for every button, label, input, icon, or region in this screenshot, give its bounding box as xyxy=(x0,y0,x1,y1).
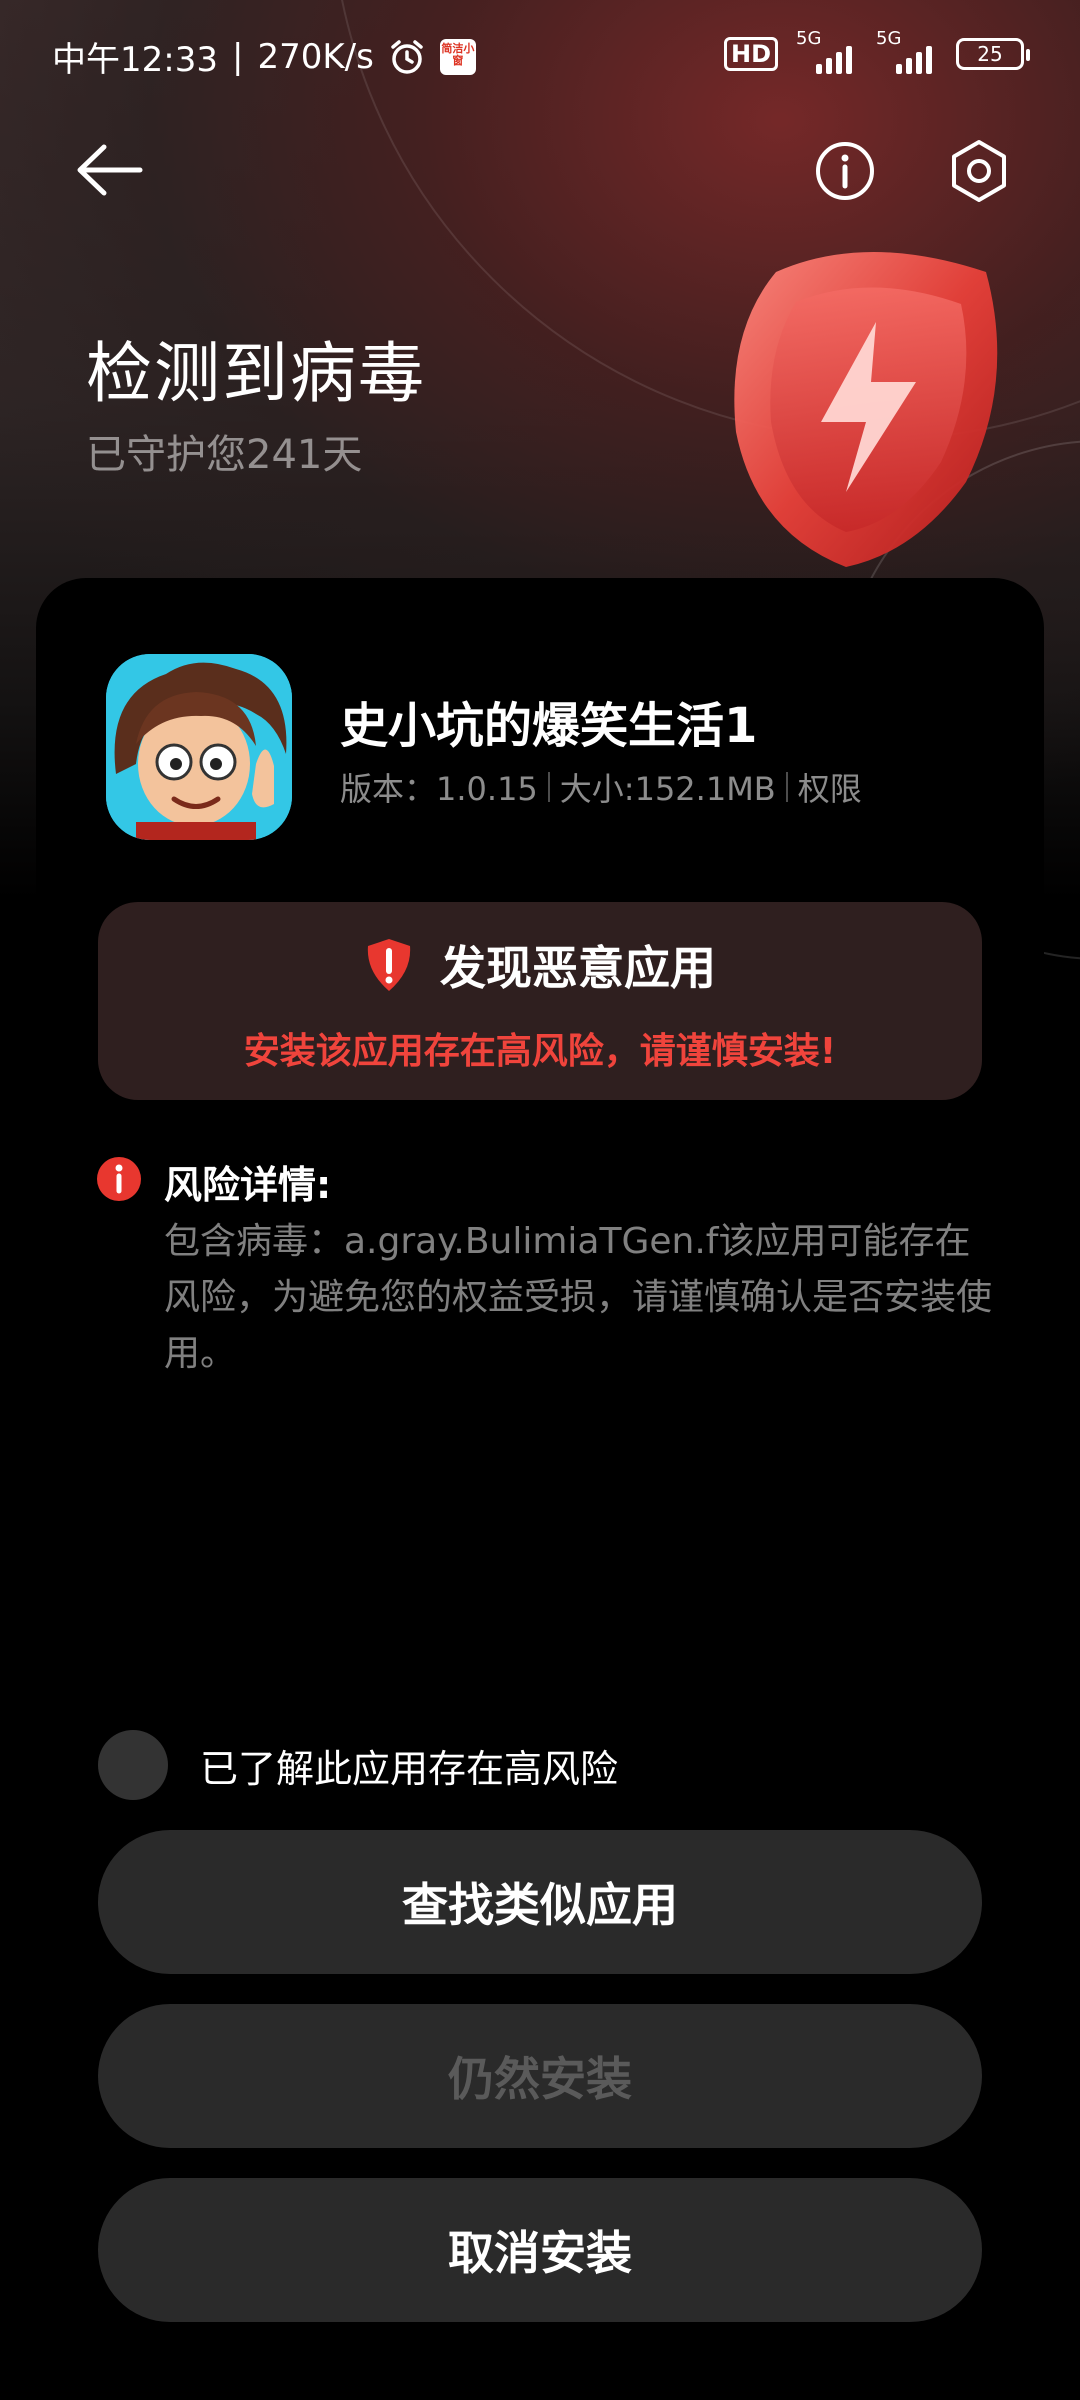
find-similar-apps-button[interactable]: 查找类似应用 xyxy=(98,1830,982,1974)
cartoon-avatar-icon xyxy=(106,654,292,840)
status-divider: | xyxy=(231,36,244,77)
permissions-link[interactable]: 权限 xyxy=(798,764,862,810)
install-anyway-button[interactable]: 仍然安装 xyxy=(98,2004,982,2148)
signal-icon: 5G xyxy=(796,28,858,74)
acknowledge-risk-checkbox[interactable]: 已了解此应用存在高风险 xyxy=(98,1730,618,1800)
protection-days: 已守护您241天 xyxy=(86,432,363,478)
app-version: 版本：1.0.15 xyxy=(340,770,538,808)
hd-voice-icon: HD xyxy=(723,37,778,71)
shield-alert-icon xyxy=(367,939,411,991)
risk-details-title: 风险详情: xyxy=(164,1163,332,1207)
battery-icon: 25 xyxy=(956,38,1030,70)
app-name: 史小坑的爆笑生活1 xyxy=(340,698,758,754)
info-button[interactable] xyxy=(814,140,876,202)
notification-app-icon: 简洁小窗 xyxy=(439,38,476,75)
signal-icon: 5G xyxy=(876,28,938,74)
warning-title: 发现恶意应用 xyxy=(440,941,716,995)
alarm-icon xyxy=(391,39,423,74)
risk-details-text: 包含病毒：a.gray.BulimiaTGen.f该应用可能存在风险，为避免您的… xyxy=(164,1221,993,1374)
app-size: 大小:152.1MB xyxy=(559,770,776,808)
app-meta: 版本：1.0.15 大小:152.1MB 权限 xyxy=(340,764,862,810)
gear-icon xyxy=(952,140,1006,202)
meta-divider xyxy=(547,772,550,802)
page-title: 检测到病毒 xyxy=(86,335,426,412)
app-icon xyxy=(106,654,292,840)
alert-icon xyxy=(97,1157,141,1201)
status-time: 中午12:33 xyxy=(52,40,218,80)
status-net-speed: 270K/s xyxy=(257,36,374,77)
shield-lightning-icon xyxy=(734,252,998,567)
warning-subtitle: 安装该应用存在高风险，请谨慎安装! xyxy=(243,1031,837,1072)
back-arrow-icon xyxy=(77,144,143,196)
security-scan-screen: 中午12:33 | 270K/s 简洁小窗 HD 5G 5G 25 检测到病毒 … xyxy=(0,0,1080,2400)
cancel-install-button[interactable]: 取消安装 xyxy=(98,2178,982,2322)
radio-unchecked-icon[interactable] xyxy=(98,1730,168,1800)
back-button[interactable] xyxy=(70,135,150,205)
status-bar: 中午12:33 | 270K/s 简洁小窗 HD 5G 5G 25 xyxy=(0,0,1080,100)
acknowledge-label: 已了解此应用存在高风险 xyxy=(200,1746,619,1791)
info-icon xyxy=(816,142,874,200)
meta-divider xyxy=(785,772,788,802)
settings-button[interactable] xyxy=(946,138,1012,204)
malware-warning-box: 发现恶意应用 安装该应用存在高风险，请谨慎安装! xyxy=(98,902,982,1100)
